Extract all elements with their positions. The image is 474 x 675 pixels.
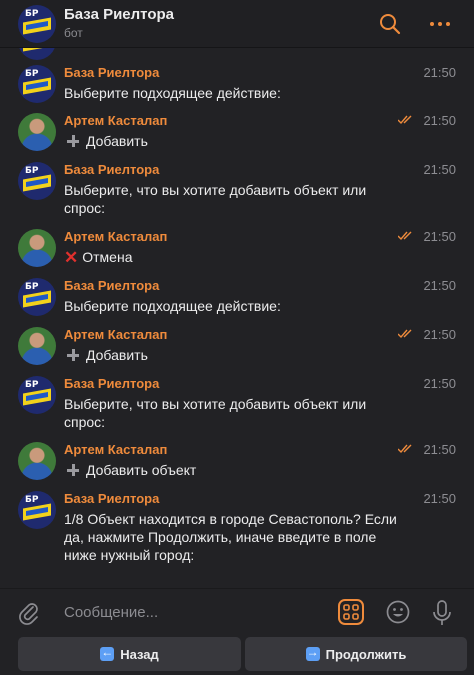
plus-icon bbox=[67, 464, 79, 476]
message-text-content: Добавить объект bbox=[86, 462, 197, 478]
message-author[interactable]: База Риелтора bbox=[64, 491, 159, 506]
message-text: Выберите подходящее действие: bbox=[64, 85, 281, 101]
house-logo-icon bbox=[23, 290, 51, 308]
bot-avatar[interactable]: БР bbox=[18, 162, 56, 200]
message-text: Добавить bbox=[64, 346, 404, 364]
message-time: 21:50 bbox=[423, 327, 456, 342]
message-text: Добавить bbox=[64, 132, 404, 150]
message-author[interactable]: База Риелтора bbox=[64, 65, 159, 80]
bot-avatar-label: БР bbox=[25, 282, 39, 292]
back-button-label: Назад bbox=[120, 646, 159, 662]
message-text-content: Добавить bbox=[86, 347, 148, 363]
search-icon[interactable] bbox=[378, 12, 402, 36]
house-logo-icon bbox=[23, 174, 51, 192]
message-author[interactable]: База Риелтора bbox=[64, 376, 159, 391]
message-text-content: Добавить bbox=[86, 133, 148, 149]
message-author[interactable]: Артем Касталап bbox=[64, 327, 167, 342]
arrow-left-icon bbox=[100, 645, 115, 661]
continue-button-label: Продолжить bbox=[325, 646, 407, 662]
house-logo-icon bbox=[23, 48, 51, 52]
bot-avatar-label: БР bbox=[25, 380, 39, 390]
house-logo-icon bbox=[23, 503, 51, 521]
bot-avatar-label: БР bbox=[25, 9, 39, 19]
message-author[interactable]: База Риелтора bbox=[64, 278, 159, 293]
emoji-icon[interactable] bbox=[386, 600, 410, 624]
back-button[interactable]: Назад bbox=[18, 637, 241, 671]
message-feed[interactable]: БР База Риелтора 21:50 Выберите подходящ… bbox=[0, 48, 474, 588]
cross-icon: ✕ bbox=[64, 248, 79, 267]
message-input[interactable]: Сообщение... bbox=[64, 604, 158, 621]
plus-icon bbox=[67, 135, 79, 147]
continue-button[interactable]: Продолжить bbox=[245, 637, 467, 671]
message-time: 21:50 bbox=[423, 376, 456, 391]
message-author[interactable]: База Риелтора bbox=[64, 162, 159, 177]
message-time: 21:50 bbox=[423, 162, 456, 177]
bot-avatar bbox=[18, 48, 56, 60]
house-logo-icon bbox=[23, 77, 51, 95]
chat-title[interactable]: База Риелтора bbox=[64, 6, 174, 23]
message-text: Выберите, что вы хотите добавить объект … bbox=[64, 182, 367, 216]
message-time: 21:50 bbox=[423, 229, 456, 244]
bot-reply-keyboard: Назад Продолжить bbox=[0, 636, 474, 675]
message-text: Выберите, что вы хотите добавить объект … bbox=[64, 396, 367, 430]
bot-avatar[interactable]: БР bbox=[18, 65, 56, 103]
bot-avatar-label: БР bbox=[25, 166, 39, 176]
bot-avatar-label: БР bbox=[25, 69, 39, 79]
bot-avatar[interactable]: БР bbox=[18, 5, 56, 43]
house-logo-icon bbox=[23, 17, 51, 35]
message-text-content: Отмена bbox=[82, 249, 133, 265]
bot-avatar[interactable]: БР bbox=[18, 376, 56, 414]
message-text: 1/8 Объект находится в городе Севастопол… bbox=[64, 511, 397, 563]
user-avatar[interactable] bbox=[18, 327, 56, 365]
attach-icon[interactable] bbox=[18, 601, 40, 625]
arrow-right-icon bbox=[305, 645, 320, 661]
message-author[interactable]: Артем Касталап bbox=[64, 442, 167, 457]
message-author[interactable]: Артем Касталап bbox=[64, 229, 167, 244]
more-options-icon[interactable] bbox=[428, 12, 452, 36]
read-checkmarks-icon bbox=[398, 444, 412, 454]
message-time: 21:50 bbox=[423, 113, 456, 128]
message-time: 21:50 bbox=[423, 65, 456, 80]
message-time: 21:50 bbox=[423, 442, 456, 457]
microphone-icon[interactable] bbox=[432, 600, 452, 626]
bot-avatar-label: БР bbox=[25, 495, 39, 505]
bot-avatar[interactable]: БР bbox=[18, 278, 56, 316]
user-avatar[interactable] bbox=[18, 113, 56, 151]
read-checkmarks-icon bbox=[398, 329, 412, 339]
bot-avatar[interactable]: БР bbox=[18, 491, 56, 529]
message-composer: Сообщение... bbox=[0, 588, 474, 636]
message-text: ✕ Отмена bbox=[64, 248, 404, 267]
chat-subtitle: бот bbox=[64, 26, 83, 40]
message-text: Добавить объект bbox=[64, 461, 404, 479]
message-author[interactable]: Артем Касталап bbox=[64, 113, 167, 128]
chat-header: БР База Риелтора бот bbox=[0, 0, 474, 48]
plus-icon bbox=[67, 349, 79, 361]
user-avatar[interactable] bbox=[18, 442, 56, 480]
bot-keyboard-icon[interactable] bbox=[338, 599, 364, 625]
read-checkmarks-icon bbox=[398, 231, 412, 241]
message-time: 21:50 bbox=[423, 491, 456, 506]
user-avatar[interactable] bbox=[18, 229, 56, 267]
house-logo-icon bbox=[23, 388, 51, 406]
message-time: 21:50 bbox=[423, 278, 456, 293]
read-checkmarks-icon bbox=[398, 115, 412, 125]
message-text: Выберите подходящее действие: bbox=[64, 298, 281, 314]
